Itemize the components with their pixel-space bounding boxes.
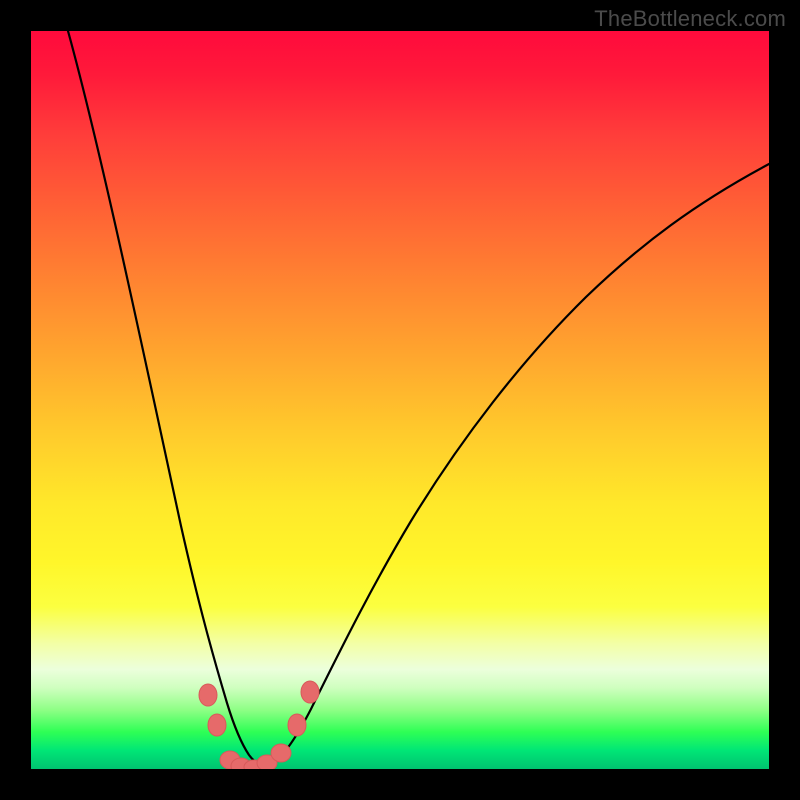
marker-dot	[208, 714, 226, 736]
outer-frame: TheBottleneck.com	[0, 0, 800, 800]
watermark-text: TheBottleneck.com	[594, 6, 786, 32]
bottleneck-curve-svg	[31, 31, 769, 769]
marker-dot	[301, 681, 319, 703]
bottleneck-curve	[68, 31, 769, 766]
marker-dot	[199, 684, 217, 706]
curve-markers	[199, 681, 319, 769]
marker-dot	[288, 714, 306, 736]
plot-area	[31, 31, 769, 769]
marker-dot	[271, 744, 291, 762]
